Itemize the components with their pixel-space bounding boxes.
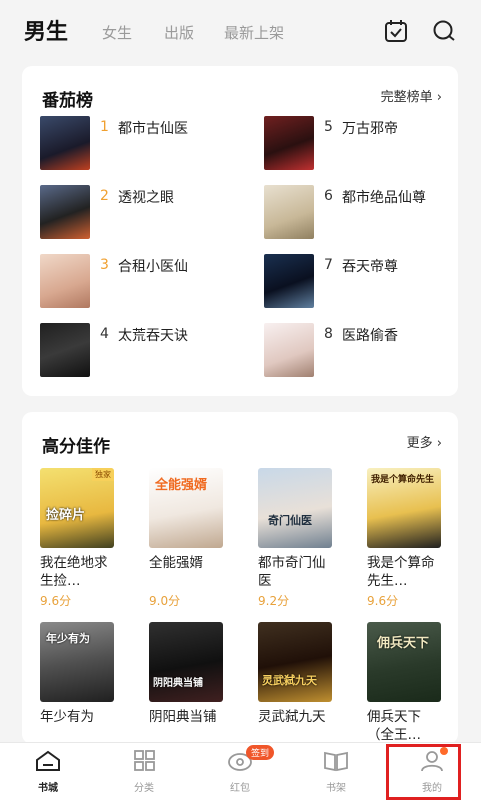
tab-male[interactable]: 男生 bbox=[24, 14, 68, 46]
book-item[interactable]: 阴阳典当铺 阴阳典当铺 bbox=[149, 622, 223, 744]
rank-item-8[interactable]: 8 医路偷香 bbox=[264, 323, 464, 379]
high-score-card: 高分佳作 更多 › 独家 捡碎片 我在绝地求生捡… 9.6分 全能强婿 全能强婿… bbox=[22, 412, 458, 744]
rank-item-7[interactable]: 7 吞天帝尊 bbox=[264, 254, 464, 310]
exclusive-badge: 独家 bbox=[92, 468, 114, 481]
book-item[interactable]: 我是个算命先生 我是个算命先生… 9.6分 bbox=[367, 468, 441, 609]
top-header: 男生 女生 出版 最新上架 bbox=[0, 0, 481, 60]
tab-female[interactable]: 女生 bbox=[102, 22, 132, 43]
book-title: 全能强婿 bbox=[149, 555, 203, 571]
rank-title: 都市古仙医 bbox=[118, 121, 188, 137]
more-link[interactable]: 更多 › bbox=[407, 432, 442, 451]
rank-title: 合租小医仙 bbox=[118, 259, 188, 275]
book-score: 9.6分 bbox=[367, 594, 399, 608]
rank-item-1[interactable]: 1 都市古仙医 bbox=[40, 116, 240, 172]
book-cover: 年少有为 bbox=[40, 622, 114, 702]
nav-label: 红包 bbox=[230, 783, 250, 794]
book-score: 9.6分 bbox=[40, 594, 72, 608]
book-item[interactable]: 灵武弑九天 灵武弑九天 bbox=[258, 622, 332, 744]
book-cover: 全能强婿 bbox=[149, 468, 223, 548]
rank-number: 4 bbox=[100, 326, 109, 342]
full-ranking-link[interactable]: 完整榜单 › bbox=[381, 86, 442, 105]
book-item[interactable]: 奇门仙医 都市奇门仙医 9.2分 bbox=[258, 468, 332, 609]
book-cover bbox=[40, 323, 90, 377]
rank-number: 5 bbox=[324, 119, 333, 135]
rank-item-2[interactable]: 2 透视之眼 bbox=[40, 185, 240, 241]
book-title: 阴阳典当铺 bbox=[149, 709, 217, 725]
tab-new-release[interactable]: 最新上架 bbox=[224, 22, 284, 43]
book-cover bbox=[264, 254, 314, 308]
bookstore-icon bbox=[36, 750, 60, 771]
sign-in-badge: 签到 bbox=[246, 745, 275, 760]
book-title: 佣兵天下（全王… bbox=[367, 709, 421, 743]
book-title: 都市奇门仙医 bbox=[258, 555, 326, 589]
book-item[interactable]: 独家 捡碎片 我在绝地求生捡… 9.6分 bbox=[40, 468, 114, 609]
tab-publish[interactable]: 出版 bbox=[164, 22, 194, 43]
high-score-title: 高分佳作 bbox=[42, 437, 110, 457]
book-cover bbox=[264, 323, 314, 377]
book-item[interactable]: 全能强婿 全能强婿 9.0分 bbox=[149, 468, 223, 609]
rank-item-6[interactable]: 6 都市绝品仙尊 bbox=[264, 185, 464, 241]
book-title: 年少有为 bbox=[40, 709, 94, 725]
rank-item-5[interactable]: 5 万古邪帝 bbox=[264, 116, 464, 172]
category-icon bbox=[134, 750, 155, 771]
search-icon[interactable] bbox=[431, 18, 457, 44]
book-score: 9.2分 bbox=[258, 594, 290, 608]
rank-title: 吞天帝尊 bbox=[342, 259, 398, 275]
ranking-title: 番茄榜 bbox=[42, 91, 93, 111]
book-score: 9.0分 bbox=[149, 594, 181, 608]
calendar-check-icon[interactable] bbox=[383, 18, 409, 44]
rank-number: 1 bbox=[100, 119, 109, 135]
book-cover: 我是个算命先生 bbox=[367, 468, 441, 548]
book-cover bbox=[40, 116, 90, 170]
book-cover bbox=[264, 116, 314, 170]
book-item[interactable]: 年少有为 年少有为 bbox=[40, 622, 114, 744]
nav-bookstore[interactable]: 书城 bbox=[0, 743, 96, 802]
book-cover bbox=[264, 185, 314, 239]
rank-item-4[interactable]: 4 太荒吞天诀 bbox=[40, 323, 240, 379]
bottom-nav: 书城 分类 红包 书架 我的 签到 bbox=[0, 742, 481, 802]
highlight-frame bbox=[386, 744, 461, 800]
rank-title: 太荒吞天诀 bbox=[118, 328, 188, 344]
book-cover bbox=[40, 254, 90, 308]
book-title: 我是个算命先生… bbox=[367, 555, 435, 589]
nav-label: 分类 bbox=[134, 783, 154, 794]
rank-title: 透视之眼 bbox=[118, 190, 174, 206]
book-title: 我在绝地求生捡… bbox=[40, 555, 108, 589]
book-cover: 灵武弑九天 bbox=[258, 622, 332, 702]
rank-number: 3 bbox=[100, 257, 109, 273]
nav-bookshelf[interactable]: 书架 bbox=[288, 743, 384, 802]
book-cover: 阴阳典当铺 bbox=[149, 622, 223, 702]
book-cover: 佣兵天下 bbox=[367, 622, 441, 702]
rank-number: 7 bbox=[324, 257, 333, 273]
book-item[interactable]: 佣兵天下 佣兵天下（全王… bbox=[367, 622, 441, 744]
rank-title: 医路偷香 bbox=[342, 328, 398, 344]
bookshelf-icon bbox=[324, 751, 348, 772]
rank-number: 2 bbox=[100, 188, 109, 204]
nav-label: 书城 bbox=[38, 783, 58, 794]
book-cover: 独家 捡碎片 bbox=[40, 468, 114, 548]
rank-number: 8 bbox=[324, 326, 333, 342]
book-title: 灵武弑九天 bbox=[258, 709, 326, 725]
rank-title: 都市绝品仙尊 bbox=[342, 190, 426, 206]
nav-label: 书架 bbox=[326, 783, 346, 794]
ranking-card: 番茄榜 完整榜单 › 1 都市古仙医 2 透视之眼 3 合租小医仙 4 太荒吞天… bbox=[22, 66, 458, 396]
nav-category[interactable]: 分类 bbox=[96, 743, 192, 802]
book-cover bbox=[40, 185, 90, 239]
rank-title: 万古邪帝 bbox=[342, 121, 398, 137]
book-cover: 奇门仙医 bbox=[258, 468, 332, 548]
rank-item-3[interactable]: 3 合租小医仙 bbox=[40, 254, 240, 310]
rank-number: 6 bbox=[324, 188, 333, 204]
